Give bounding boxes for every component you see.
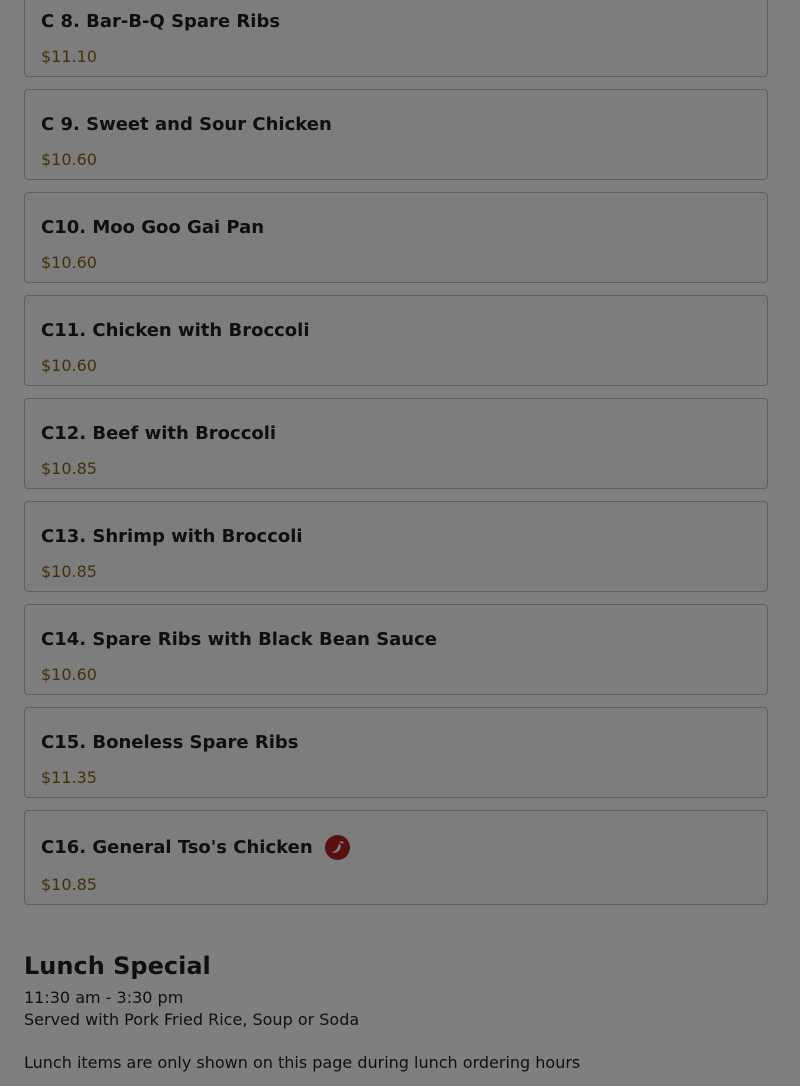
menu-page: C 8. Bar-B-Q Spare Ribs $11.10 C 9. Swee… xyxy=(0,0,800,1086)
modal-backdrop-overlay[interactable] xyxy=(0,0,800,1086)
